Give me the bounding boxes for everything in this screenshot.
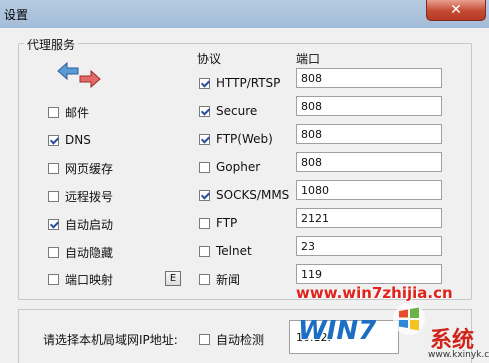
auto-detect-checkbox[interactable] — [199, 333, 210, 345]
protocol-header: 协议 — [197, 52, 222, 66]
http-rtsp-label: HTTP/RTSP — [216, 76, 281, 90]
auto-detect-option[interactable]: 自动检测 — [199, 331, 264, 347]
dns-label: DNS — [65, 133, 91, 147]
mail-checkbox[interactable] — [48, 106, 59, 118]
socks-mms-label: SOCKS/MMS — [216, 188, 290, 202]
port-mapping-checkbox[interactable] — [48, 273, 59, 285]
protocol-gopher[interactable]: Gopher — [199, 159, 260, 175]
watermark-brand2-url: www.kxinyk.com — [428, 350, 489, 360]
protocol-socks-mms[interactable]: SOCKS/MMS — [199, 187, 289, 203]
web-cache-label: 网页缓存 — [65, 161, 114, 176]
window-title: 设置 — [4, 8, 29, 22]
protocol-ftp-web[interactable]: FTP(Web) — [199, 131, 273, 147]
proxy-services-title: 代理服务 — [24, 36, 79, 53]
ftp-checkbox[interactable] — [199, 217, 210, 229]
port-field-ftp[interactable]: 2121 — [296, 208, 442, 228]
port-header: 端口 — [296, 52, 321, 66]
protocol-news[interactable]: 新闻 — [199, 271, 240, 287]
socks-mms-checkbox[interactable] — [199, 189, 210, 201]
lan-ip-label: 请选择本机局域网IP地址: — [43, 333, 178, 347]
mail-label: 邮件 — [65, 105, 90, 120]
ftp-web-label: FTP(Web) — [216, 132, 273, 146]
close-icon: ✕ — [450, 2, 462, 18]
port-field-gopher[interactable]: 808 — [296, 152, 442, 172]
protocol-http-rtsp[interactable]: HTTP/RTSP — [199, 75, 280, 91]
port-mapping-label: 端口映射 — [65, 272, 114, 287]
news-label: 新闻 — [216, 272, 241, 287]
http-rtsp-checkbox[interactable] — [199, 77, 210, 89]
gopher-label: Gopher — [216, 160, 261, 174]
auto-start-checkbox[interactable] — [48, 218, 59, 230]
secure-checkbox[interactable] — [199, 105, 210, 117]
watermark-url: www.win7zhijia.cn — [296, 284, 453, 302]
port-field-news[interactable]: 119 — [296, 264, 442, 284]
option-web-cache[interactable]: 网页缓存 — [48, 160, 113, 176]
ftp-web-checkbox[interactable] — [199, 133, 210, 145]
option-port-mapping[interactable]: 端口映射 — [48, 271, 113, 287]
port-field-telnet[interactable]: 23 — [296, 236, 442, 256]
port-mapping-edit-button[interactable]: E — [165, 271, 181, 286]
remote-dial-checkbox[interactable] — [48, 190, 59, 202]
option-dns[interactable]: DNS — [48, 132, 91, 148]
port-field-secure[interactable]: 808 — [296, 96, 442, 116]
close-button[interactable]: ✕ — [426, 0, 486, 21]
port-field-http-rtsp[interactable]: 808 — [296, 68, 442, 88]
windows-logo-icon — [393, 303, 425, 335]
gopher-checkbox[interactable] — [199, 161, 210, 173]
option-auto-hide[interactable]: 自动隐藏 — [48, 244, 113, 260]
ftp-label: FTP — [216, 216, 238, 230]
watermark-logo: WIN7 — [298, 316, 377, 346]
title-bar[interactable]: 设置 ✕ — [0, 0, 489, 28]
port-field-socks-mms[interactable]: 1080 — [296, 180, 442, 200]
protocol-telnet[interactable]: Telnet — [199, 243, 252, 259]
web-cache-checkbox[interactable] — [48, 162, 59, 174]
option-mail[interactable]: 邮件 — [48, 104, 89, 120]
auto-hide-checkbox[interactable] — [48, 246, 59, 258]
telnet-checkbox[interactable] — [199, 245, 210, 257]
news-checkbox[interactable] — [199, 273, 210, 285]
auto-start-label: 自动启动 — [65, 217, 114, 232]
auto-detect-label: 自动检测 — [216, 332, 265, 347]
port-field-ftp-web[interactable]: 808 — [296, 124, 442, 144]
secure-label: Secure — [216, 104, 258, 118]
option-remote-dial[interactable]: 远程拨号 — [48, 188, 113, 204]
auto-hide-label: 自动隐藏 — [65, 245, 114, 260]
option-auto-start[interactable]: 自动启动 — [48, 216, 113, 232]
protocol-secure[interactable]: Secure — [199, 103, 257, 119]
proxy-arrows-icon — [57, 61, 101, 89]
dns-checkbox[interactable] — [48, 134, 59, 146]
remote-dial-label: 远程拨号 — [65, 189, 114, 204]
protocol-ftp[interactable]: FTP — [199, 215, 237, 231]
telnet-label: Telnet — [216, 244, 252, 258]
